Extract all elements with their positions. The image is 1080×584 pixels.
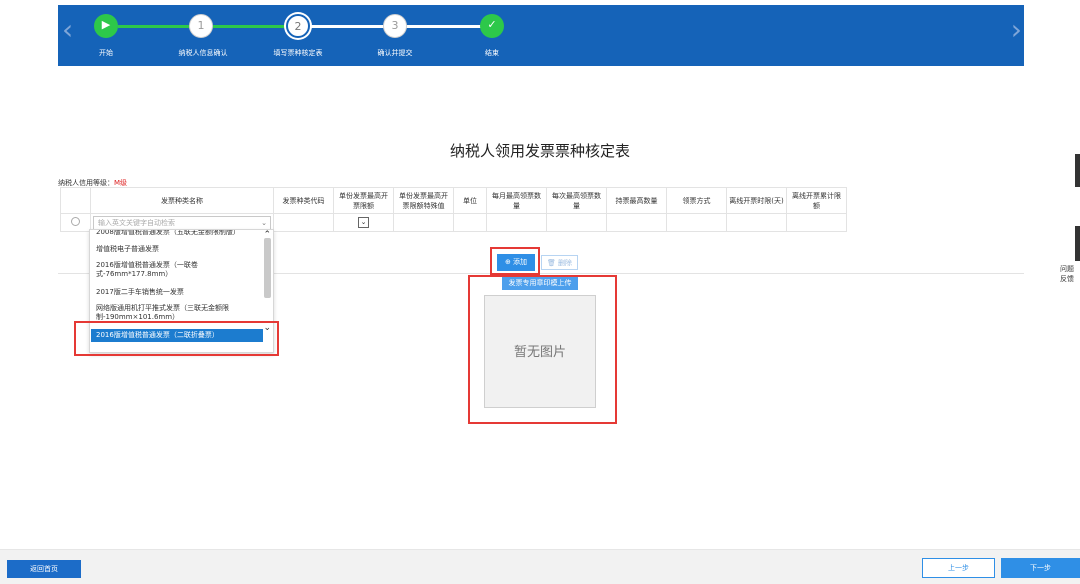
prev-arrow-icon[interactable]: ‹ [62,15,73,45]
step-3-circle: 3 [383,14,407,38]
select-column-header [60,187,91,214]
column-header: 每月最高领票数量 [486,187,547,214]
dropdown-scrollbar[interactable] [264,238,271,298]
feedback-line: 问题 [1060,265,1074,273]
max-amount-select[interactable]: ⌄ [358,217,369,228]
step-connector [213,25,295,28]
progress-header: ‹ › ▶ 1 2 3 ✓ 开始 纳税人信息确认 填写票种核定表 确认并提交 结… [58,5,1024,66]
step-label-confirm-info: 纳税人信息确认 [178,49,228,57]
step-start-icon: ▶ [94,14,118,38]
table-header-row: 发票种类名称 发票种类代码 单份发票最高开票限额 单份发票最高开票限额特殊值 单… [60,187,847,214]
step-label-submit: 确认并提交 [377,49,413,57]
dropdown-option[interactable]: 增值税电子普通发票 [96,245,260,254]
chevron-down-icon[interactable]: ⌄ [261,217,267,229]
step-1-circle: 1 [189,14,213,38]
page-title: 纳税人领用发票票种核定表 [449,142,630,160]
step-2-circle: 2 [286,14,310,38]
step-end-check-icon: ✓ [480,14,504,38]
column-header: 离线开票累计限额 [786,187,847,214]
highlight-box [490,247,540,275]
unit-cell [453,213,487,232]
step-connector [118,25,200,28]
column-header: 单份发票最高开票限额特殊值 [393,187,454,214]
next-step-button[interactable]: 下一步 [1001,558,1080,578]
invoice-search-placeholder[interactable]: 输入英文关键字自动检索 [94,219,175,227]
column-header: 单份发票最高开票限额 [333,187,394,214]
monthly-max-cell [486,213,547,232]
credit-level-value: M级 [114,179,128,187]
per-time-max-cell [546,213,607,232]
column-header: 发票种类名称 [90,187,274,214]
collect-method-cell [666,213,727,232]
back-home-button[interactable]: 返回首页 [7,560,81,578]
column-header: 每次最高领票数量 [546,187,607,214]
dropdown-option[interactable]: 2016版增值税普通发票（一联卷式-76mm*177.8mm） [96,261,260,279]
dropdown-option[interactable]: 2017版二手车销售统一发票 [96,288,260,297]
invoice-code-cell [273,213,334,232]
step-connector [403,25,485,28]
max-amount-cell: ⌄ [333,213,394,232]
feedback-line: 反馈 [1060,275,1074,283]
column-header: 发票种类代码 [273,187,334,214]
column-header: 单位 [453,187,487,214]
offline-days-cell [726,213,787,232]
holding-max-cell [606,213,667,232]
invoice-type-table: 发票种类名称 发票种类代码 单份发票最高开票限额 单份发票最高开票限额特殊值 单… [60,187,847,232]
dropdown-option[interactable]: 2008版增值税普通发票（五联无金额限制版） [96,230,260,237]
dropdown-option[interactable]: 网络版通用机打平推式发票（三联无金额限制-190mm×101.6mm） [96,304,260,322]
highlight-box [468,275,617,424]
column-header: 持票最高数量 [606,187,667,214]
column-header: 领票方式 [666,187,727,214]
credit-label: 纳税人信用等级： [58,179,114,187]
highlight-box [74,321,279,356]
row-select-cell [60,213,91,232]
side-tab[interactable] [1075,154,1080,187]
next-arrow-icon[interactable]: › [1011,15,1022,45]
side-tab[interactable] [1075,226,1080,261]
delete-button[interactable]: 🗑 删除 [541,255,578,270]
row-radio[interactable] [71,217,80,226]
step-label-start: 开始 [99,49,113,57]
special-amount-cell [393,213,454,232]
offline-limit-cell [786,213,847,232]
feedback-link[interactable]: 问题 反馈 [1060,264,1074,284]
footer-bar [0,549,1080,584]
step-connector [308,25,390,28]
invoice-type-search-combo[interactable]: 输入英文关键字自动检索 ⌄ [93,215,271,230]
prev-step-button[interactable]: 上一步 [922,558,995,578]
step-label-end: 结束 [485,49,499,57]
step-label-fill-form: 填写票种核定表 [273,49,323,57]
column-header: 离线开票时限(天) [726,187,787,214]
